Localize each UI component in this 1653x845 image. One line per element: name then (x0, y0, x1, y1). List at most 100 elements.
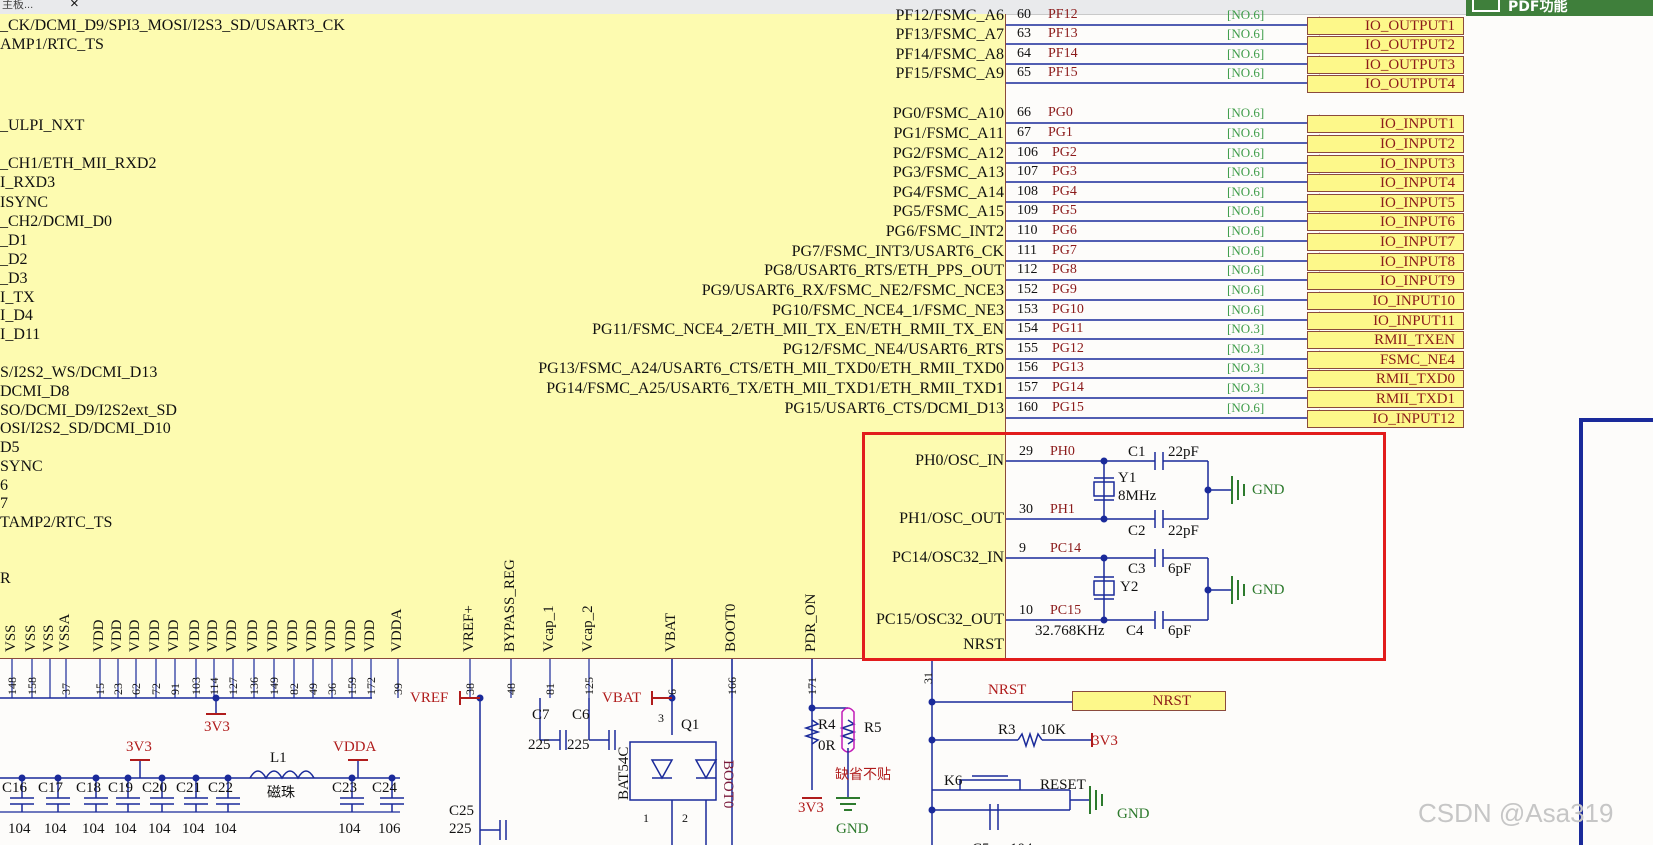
net-port-label[interactable]: IO_INPUT7 (1307, 233, 1464, 251)
reset-3v3-label: 3V3 (1092, 733, 1118, 749)
net-port-text: IO_INPUT2 (1380, 136, 1455, 152)
bottom-pin-name: VDD (343, 619, 359, 653)
net-port-label[interactable]: IO_INPUT5 (1307, 194, 1464, 212)
net-port-label[interactable]: IO_INPUT10 (1307, 292, 1464, 310)
left-pin-name: _CK/DCMI_D9/SPI3_MOSI/I2S3_SD/USART3_CK (0, 17, 345, 34)
vref-label: VREF (410, 690, 449, 706)
bottom-pin-name: VDD (127, 619, 143, 653)
net-group-tag: [NO.6] (1227, 65, 1265, 80)
right-pin-name: PF12/FSMC_A6 (895, 7, 1005, 24)
r5-ref: R5 (864, 720, 882, 736)
left-pin-name: R (0, 570, 11, 587)
net-group-tag: [NO.6] (1227, 203, 1265, 218)
left-pin-name: _CH1/ETH_MII_RXD2 (0, 155, 157, 172)
q1-package (629, 741, 717, 801)
net-port-text: IO_INPUT11 (1373, 313, 1455, 329)
net-port-label[interactable]: FSMC_NE4 (1307, 351, 1464, 369)
bottom-pin-name: VSS (3, 624, 19, 652)
pin-number: 64 (1017, 46, 1031, 61)
net-port-text: IO_INPUT9 (1380, 273, 1455, 289)
c25-value: 225 (449, 821, 472, 837)
pdr-3v3-label: 3V3 (798, 800, 824, 816)
q1-value: BAT54C (616, 746, 632, 800)
bottom-pin-number: 158 (25, 677, 39, 695)
nrst-port-label[interactable]: NRST (1072, 691, 1226, 711)
cap-value: 104 (182, 821, 205, 837)
net-port-label[interactable]: RMII_TXD1 (1307, 390, 1464, 408)
left-pin-name: SO/DCMI_D9/I2S2ext_SD (0, 402, 177, 419)
bottom-pin-name: VDD (91, 619, 107, 653)
cap-ref: C21 (176, 780, 202, 796)
bottom-pin-number: 172 (364, 677, 378, 695)
net-port-label[interactable]: IO_OUTPUT4 (1307, 75, 1464, 93)
net-port-label[interactable]: IO_INPUT3 (1307, 155, 1464, 173)
right-pin-name: PG5/FSMC_A15 (892, 203, 1004, 220)
pin-number: 106 (1017, 145, 1038, 160)
net-port-label[interactable]: IO_INPUT11 (1307, 312, 1464, 330)
net-port-label[interactable]: IO_OUTPUT3 (1307, 56, 1464, 74)
net-port-label[interactable]: IO_INPUT1 (1307, 115, 1464, 133)
left-pin-name: I_RXD3 (0, 174, 56, 191)
cap-ref: C16 (2, 780, 28, 796)
net-port-label[interactable]: IO_INPUT2 (1307, 135, 1464, 153)
bottom-pin-number: 36 (325, 683, 339, 695)
pin-number: 63 (1017, 26, 1031, 41)
cap-ref: C24 (372, 780, 398, 796)
net-port-label[interactable]: RMII_TXD0 (1307, 370, 1464, 388)
left-pin-name: I_D11 (0, 326, 41, 343)
net-port-label[interactable]: IO_INPUT9 (1307, 272, 1464, 290)
cap-value: 104 (114, 821, 137, 837)
net-group-tag: [NO.6] (1227, 262, 1265, 277)
net-port-label[interactable]: IO_INPUT8 (1307, 253, 1464, 271)
net-name: PF15 (1048, 65, 1078, 80)
pin-number: 108 (1017, 184, 1038, 199)
bottom-pin-name: Vcap_2 (580, 605, 596, 652)
right-pin-name: PG7/FSMC_INT3/USART6_CK (791, 243, 1004, 260)
net-port-label[interactable]: RMII_TXEN (1307, 331, 1464, 349)
r4-ref: R4 (818, 717, 836, 733)
bottom-pin-number: 159 (345, 677, 359, 695)
bottom-pin-number: 114 (207, 677, 221, 695)
right-pin-name: PG2/FSMC_A12 (892, 145, 1004, 162)
pin-number: 160 (1017, 400, 1038, 415)
net-port-label[interactable]: IO_INPUT6 (1307, 213, 1464, 231)
net-group-tag: [NO.3] (1227, 341, 1265, 356)
net-port-label[interactable]: IO_OUTPUT1 (1307, 17, 1464, 35)
net-port-label[interactable]: IO_INPUT4 (1307, 174, 1464, 192)
cap-value: 104 (8, 821, 31, 837)
bottom-pin-number: 127 (226, 677, 240, 695)
cap-value: 104 (338, 821, 361, 837)
net-group-tag: [NO.6] (1227, 46, 1265, 61)
bottom-pin-number: 15 (93, 683, 107, 695)
net-group-tag: [NO.6] (1227, 164, 1265, 179)
net-port-text: FSMC_NE4 (1379, 352, 1455, 368)
cap-ref: C17 (38, 780, 64, 796)
cap-value: 104 (148, 821, 171, 837)
junction-dot (808, 704, 816, 712)
net-group-tag: [NO.6] (1227, 26, 1265, 41)
bottom-pin-name: VDD (109, 619, 125, 653)
pin-number: 67 (1017, 125, 1031, 140)
q1-pin1: 1 (643, 811, 649, 825)
c7-ref: C7 (532, 707, 550, 723)
cap-value: 104 (214, 821, 237, 837)
bottom-pin-number: 23 (111, 683, 125, 695)
left-pin-name: TAMP2/RTC_TS (0, 514, 113, 531)
bottom-pin-name: VDD (323, 619, 339, 653)
l1-value: 磁珠 (267, 785, 295, 801)
net-group-tag: [NO.6] (1227, 243, 1265, 258)
net-name: PG15 (1052, 400, 1084, 415)
bottom-pin-name: PDR_ON (803, 593, 819, 652)
right-pin-name: PG3/FSMC_A13 (892, 164, 1004, 181)
bottom-pin-name: VDD (205, 619, 221, 653)
bottom-pin-name: BYPASS_REG (502, 559, 518, 652)
net-group-tag: [NO.3] (1227, 360, 1265, 375)
k6-ref: K6 (944, 773, 963, 789)
left-pin-name: _D1 (0, 232, 28, 249)
net-port-label[interactable]: IO_INPUT12 (1307, 410, 1464, 428)
net-port-label[interactable]: IO_OUTPUT2 (1307, 36, 1464, 54)
bottom-pin-number: 62 (129, 683, 143, 695)
bottom-pin-name: VSS (41, 624, 57, 652)
q1-diodes (650, 759, 718, 780)
net-port-text: IO_INPUT6 (1380, 214, 1455, 230)
